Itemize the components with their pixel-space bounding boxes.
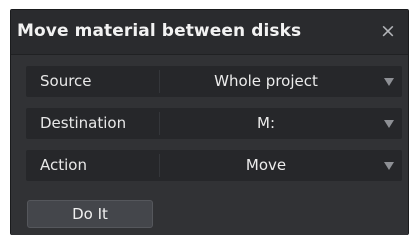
dialog-body: Source Whole project Destination M: Acti…	[11, 55, 408, 235]
do-it-button[interactable]: Do It	[27, 200, 153, 228]
dialog-title: Move material between disks	[17, 21, 302, 41]
chevron-down-icon	[384, 78, 394, 86]
destination-value: M:	[257, 114, 275, 132]
source-row: Source Whole project	[26, 66, 402, 97]
move-material-dialog: Move material between disks × Source Who…	[10, 9, 409, 235]
chevron-down-icon	[384, 120, 394, 128]
destination-select[interactable]: M:	[160, 108, 402, 139]
destination-label: Destination	[40, 114, 127, 132]
source-value: Whole project	[214, 72, 318, 90]
source-label: Source	[40, 72, 92, 90]
source-select[interactable]: Whole project	[160, 66, 402, 97]
action-label: Action	[40, 156, 87, 174]
action-select[interactable]: Move	[160, 150, 402, 181]
chevron-down-icon	[384, 162, 394, 170]
dialog-titlebar[interactable]: Move material between disks ×	[11, 10, 408, 55]
destination-row: Destination M:	[26, 108, 402, 139]
action-value: Move	[245, 156, 287, 174]
action-row: Action Move	[26, 150, 402, 181]
close-icon[interactable]: ×	[378, 19, 398, 43]
